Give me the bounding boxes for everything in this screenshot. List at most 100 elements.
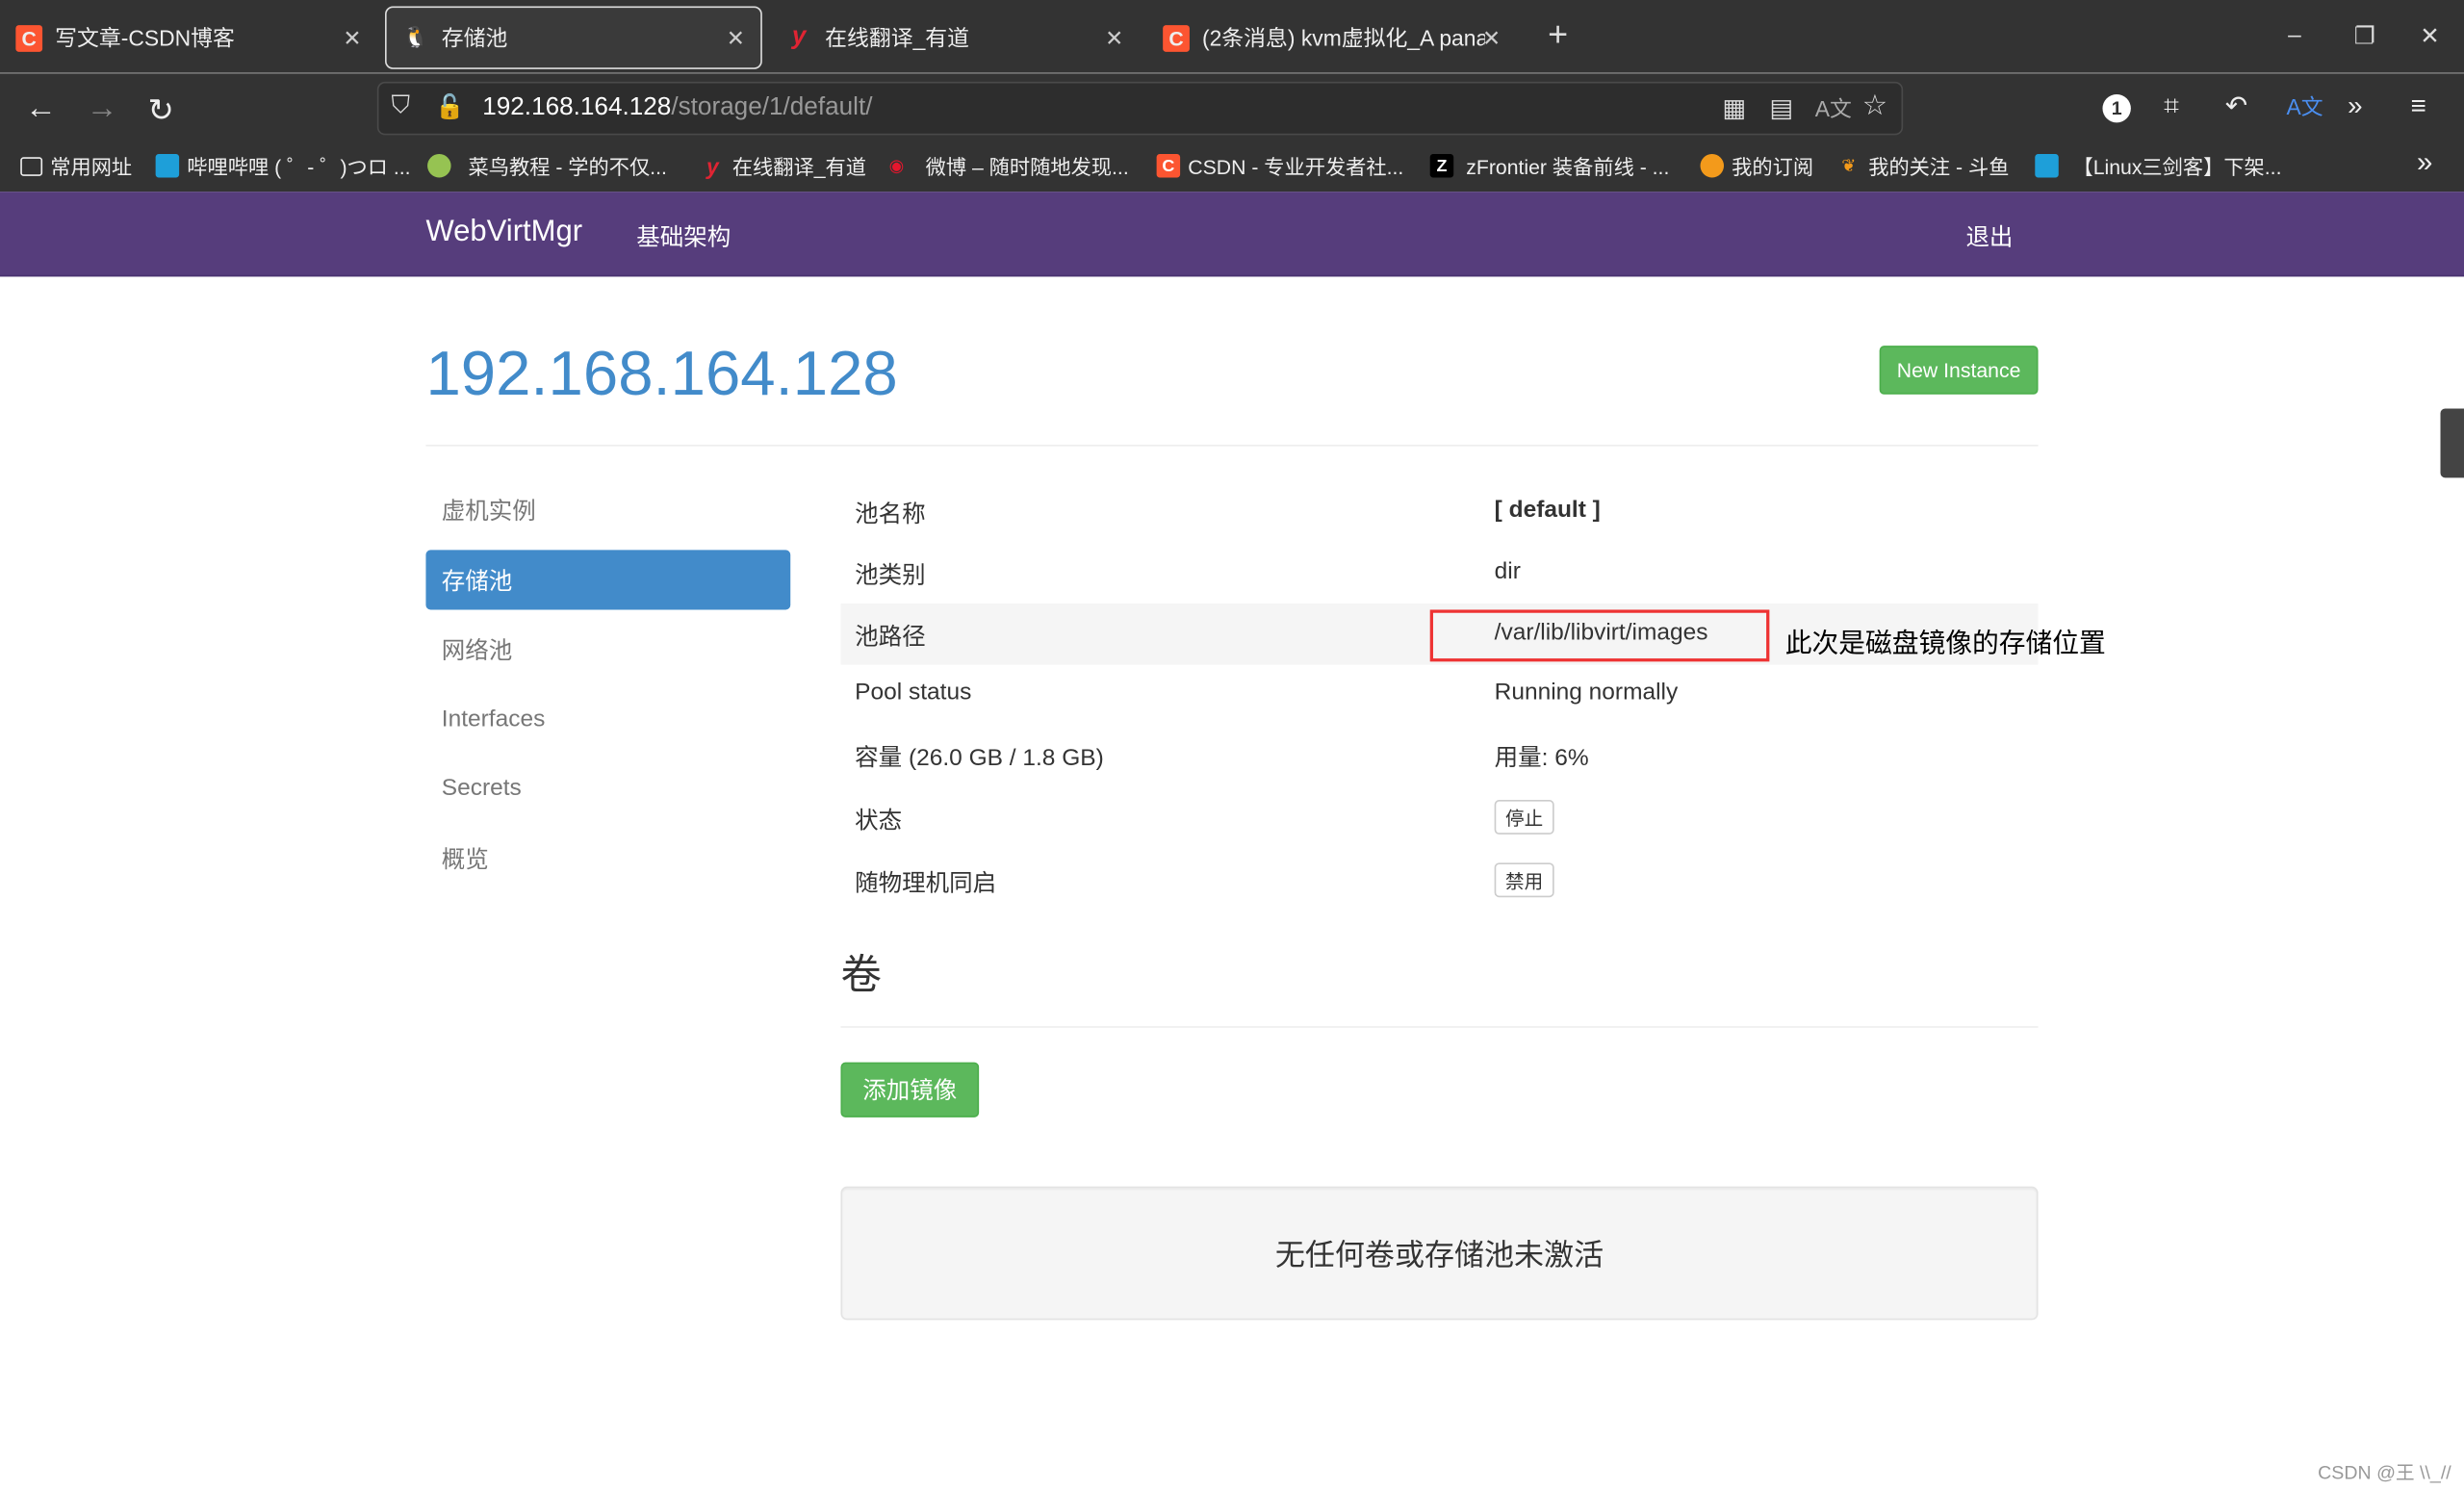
linux-penguin-icon: 🐧 xyxy=(402,25,429,49)
runoob-icon xyxy=(427,153,451,178)
disable-autostart-button[interactable]: 禁用 xyxy=(1494,862,1554,898)
nav-logout[interactable]: 退出 xyxy=(1965,220,2013,253)
nav-infrastructure[interactable]: 基础架构 xyxy=(636,220,731,253)
tab-title: 写文章-CSDN博客 xyxy=(55,25,235,51)
bookmark-item[interactable]: ❦ 我的关注 - 斗鱼 xyxy=(1837,151,2010,181)
crop-icon[interactable]: ⌗ xyxy=(2164,91,2179,123)
bookmark-label: 【Linux三剑客】下架... xyxy=(2072,155,2282,180)
sidebar-item-interfaces[interactable]: Interfaces xyxy=(425,688,790,748)
bookmark-label: zFrontier 装备前线 - ... xyxy=(1466,155,1670,180)
stop-button[interactable]: 停止 xyxy=(1494,800,1554,835)
table-row: Pool status Running normally xyxy=(840,663,2038,725)
pool-name-value: [ default ] xyxy=(1494,496,1601,524)
url-text[interactable]: 192.168.164.128/storage/1/default/ xyxy=(482,94,872,122)
shield-icon[interactable]: ⛉ xyxy=(392,92,411,120)
page-title: 192.168.164.128 xyxy=(425,339,898,409)
table-row: 状态 停止 xyxy=(840,787,2038,849)
volumes-heading: 卷 xyxy=(840,950,882,998)
autostart-label: 随物理机同启 xyxy=(855,870,997,898)
sidebar-item-overview[interactable]: 概览 xyxy=(425,828,790,887)
brand-link[interactable]: WebVirtMgr xyxy=(425,216,582,250)
pool-type-value: dir xyxy=(1494,557,1521,585)
bookmark-item[interactable]: ZzFrontier 装备前线 - ... xyxy=(1429,151,1670,181)
douyu-icon: ❦ xyxy=(1841,157,1857,176)
qr-code-icon[interactable]: ▦ xyxy=(1722,92,1746,124)
bookmark-item[interactable]: ◉ 微博 – 随时随地发现... xyxy=(885,151,1129,181)
new-tab-icon[interactable]: + xyxy=(1548,14,1568,55)
undo-icon[interactable]: ↶ xyxy=(2225,91,2247,123)
bookmark-label: 常用网址 xyxy=(50,155,133,180)
pool-name-label: 池名称 xyxy=(855,501,926,528)
pool-status-label: Pool status xyxy=(855,679,972,706)
table-row: 池类别 dir xyxy=(840,542,2038,604)
add-image-button[interactable]: 添加镜像 xyxy=(840,1062,980,1118)
sidebar-item-secrets[interactable]: Secrets xyxy=(425,758,790,817)
reader-view-icon[interactable]: ▤ xyxy=(1769,92,1793,124)
close-window-icon[interactable]: ✕ xyxy=(2420,22,2440,50)
translate-extension-icon[interactable]: A文 xyxy=(2287,91,2323,123)
folder-icon xyxy=(20,156,43,176)
bookmark-star-icon[interactable]: ☆ xyxy=(1862,90,1887,122)
close-tab-icon[interactable]: ✕ xyxy=(343,24,361,51)
back-icon[interactable]: ← xyxy=(25,91,57,128)
address-bar[interactable]: ⛉ 🔓 192.168.164.128/storage/1/default/ ▦… xyxy=(376,81,1904,136)
side-panel-handle[interactable] xyxy=(2440,408,2464,478)
pool-status-value: Running normally xyxy=(1494,679,1679,706)
bookmark-label: 在线翻译_有道 xyxy=(732,155,866,180)
close-tab-icon[interactable]: ✕ xyxy=(1105,24,1123,51)
overflow-icon[interactable]: » xyxy=(2348,91,2362,123)
subscription-icon xyxy=(1700,153,1725,178)
csdn-icon: C xyxy=(1163,24,1190,52)
restore-icon[interactable]: ❐ xyxy=(2354,22,2375,50)
bilibili-icon xyxy=(155,153,180,178)
bookmark-label: 我的关注 - 斗鱼 xyxy=(1868,155,2010,180)
bookmark-item[interactable]: 【Linux三剑客】下架... xyxy=(2035,151,2281,181)
menu-icon[interactable]: ≡ xyxy=(2410,91,2426,123)
table-row: 随物理机同启 禁用 xyxy=(840,850,2038,912)
state-label: 状态 xyxy=(855,808,903,835)
tab-csdn-write[interactable]: C 写文章-CSDN博客 ✕ xyxy=(0,7,377,69)
pool-type-label: 池类别 xyxy=(855,562,926,590)
csdn-icon: C xyxy=(15,24,43,52)
extension-badge-icon[interactable]: 1 xyxy=(2102,93,2131,123)
close-tab-icon[interactable]: ✕ xyxy=(727,24,745,51)
tab-kvm[interactable]: C (2条消息) kvm虚拟化_A panac ✕ xyxy=(1147,7,1517,69)
bookmark-item[interactable]: 我的订阅 xyxy=(1700,151,1813,181)
divider xyxy=(425,445,2039,447)
close-tab-icon[interactable]: ✕ xyxy=(1482,24,1501,51)
table-row: 容量 (26.0 GB / 1.8 GB) 用量: 6% xyxy=(840,725,2038,786)
bookmark-item[interactable]: C CSDN - 专业开发者社... xyxy=(1156,151,1403,181)
tab-youdao[interactable]: y 在线翻译_有道 ✕ xyxy=(770,7,1140,69)
empty-volumes-message: 无任何卷或存储池未激活 xyxy=(840,1186,2039,1321)
translate-page-icon[interactable]: A文 xyxy=(1815,92,1852,124)
sidebar-item-storage[interactable]: 存储池 xyxy=(425,550,791,610)
bookmark-item[interactable]: 菜鸟教程 - 学的不仅... xyxy=(427,151,667,181)
table-row: 池名称 [ default ] xyxy=(840,481,2038,543)
forward-icon[interactable]: → xyxy=(87,91,118,128)
sidebar-item-networks[interactable]: 网络池 xyxy=(425,619,790,679)
top-navbar: WebVirtMgr 基础架构 退出 xyxy=(0,192,2464,277)
minimize-icon[interactable]: – xyxy=(2288,22,2301,49)
bookmark-item[interactable]: 哔哩哔哩 ( ゜- ゜)つロ ... xyxy=(155,151,411,181)
browser-chrome: C 写文章-CSDN博客 ✕ 🐧 存储池 ✕ y 在线翻译_有道 ✕ C (2条… xyxy=(0,0,2464,193)
sidebar-item-instances[interactable]: 虚机实例 xyxy=(425,479,790,539)
screen: C 写文章-CSDN博客 ✕ 🐧 存储池 ✕ y 在线翻译_有道 ✕ C (2条… xyxy=(0,0,2464,1490)
tab-title: 在线翻译_有道 xyxy=(825,25,970,51)
zfrontier-icon: Z xyxy=(1429,153,1454,178)
divider xyxy=(840,1026,2039,1028)
reload-icon[interactable]: ↻ xyxy=(147,91,173,131)
highlight-box xyxy=(1429,609,1770,662)
usage-value: 用量: 6% xyxy=(1494,744,1589,772)
tab-title: (2条消息) kvm虚拟化_A panac xyxy=(1201,25,1485,51)
divider xyxy=(0,72,2464,74)
youdao-icon: y xyxy=(706,153,719,179)
bookmarks-overflow-icon[interactable]: » xyxy=(2417,146,2432,179)
bookmark-item[interactable]: y 在线翻译_有道 xyxy=(701,151,866,181)
annotation-text: 此次是磁盘镜像的存储位置 xyxy=(1784,629,2106,659)
new-instance-button[interactable]: New Instance xyxy=(1879,346,2039,395)
bookmark-item[interactable]: 常用网址 xyxy=(20,151,132,181)
tab-storage-pool[interactable]: 🐧 存储池 ✕ xyxy=(384,6,762,69)
insecure-lock-icon[interactable]: 🔓 xyxy=(435,92,465,121)
weibo-icon: ◉ xyxy=(888,157,905,176)
capacity-label: 容量 (26.0 GB / 1.8 GB) xyxy=(855,744,1104,772)
